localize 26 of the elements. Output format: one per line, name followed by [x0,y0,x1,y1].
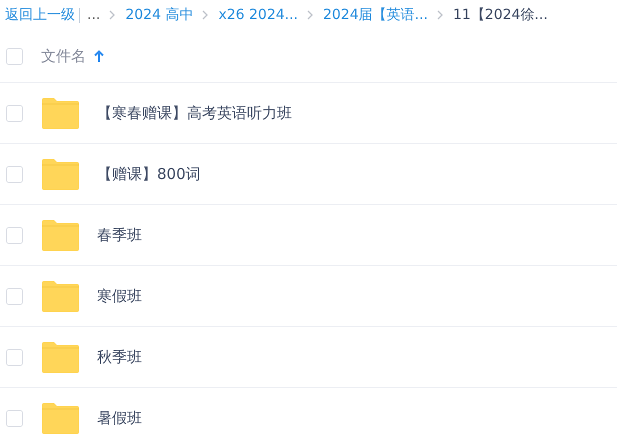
row-checkbox[interactable] [6,226,23,244]
folder-name[interactable]: 寒假班 [97,286,142,306]
folder-icon [42,280,79,312]
row-checkbox[interactable] [6,104,23,122]
row-checkbox[interactable] [6,288,23,304]
folder-icon [42,342,79,372]
select-all-checkbox[interactable] [6,48,23,64]
current-folder-title: 11【2024徐... [452,6,548,24]
row-checkbox[interactable] [6,348,23,366]
ellipsis-link[interactable]: ... [87,7,100,23]
sort-ascending-icon[interactable] [94,50,104,62]
folder-name[interactable]: 春季班 [97,226,142,244]
folder-name[interactable]: 暑假班 [97,408,142,428]
chevron-icon [306,10,314,20]
folder-name[interactable]: 【赠课】800词 [97,164,201,184]
chevron-icon [436,10,444,20]
folder-icon [42,98,79,128]
chevron-icon [202,10,210,20]
chevron-icon [109,10,116,20]
folder-icon [42,220,79,250]
folder-icon [42,402,79,434]
row-checkbox[interactable] [6,410,23,426]
row-checkbox[interactable] [6,166,23,182]
folder-name[interactable]: 秋季班 [97,348,142,366]
folder-name[interactable]: 【寒春赠课】高考英语听力班 [97,104,292,122]
folder-icon [42,158,79,190]
